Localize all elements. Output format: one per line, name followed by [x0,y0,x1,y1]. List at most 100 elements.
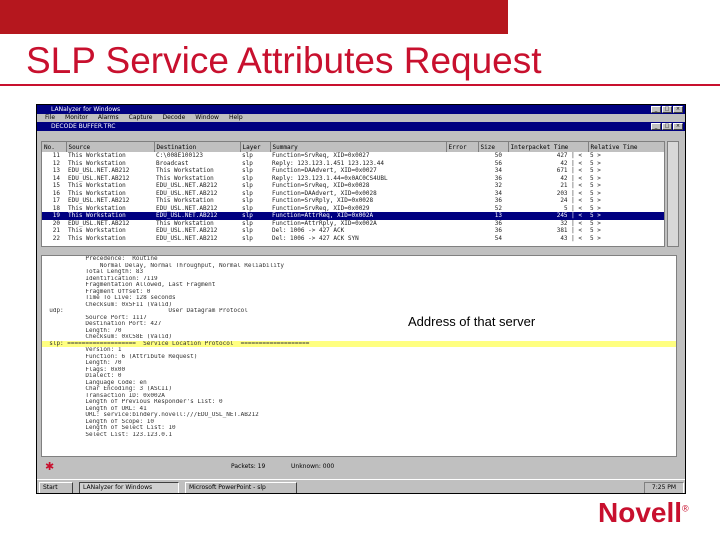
title-rule [0,84,720,86]
table-cell: EDU_USL.NET.AB212 [156,182,218,189]
table-cell: 12 [52,159,60,167]
table-cell: slp [242,159,253,167]
task-powerpoint[interactable]: Microsoft PowerPoint - slp [185,482,297,493]
header-band [0,0,508,34]
table-cell: 5 > [590,174,601,182]
table-row[interactable]: 19 This Workstation EDU_USL.NET.AB212 slp Fu… [42,212,664,220]
table-cell: 5 > [590,227,601,234]
table-cell: slp [242,182,253,189]
table-row[interactable]: 21 This Workstation EDU_USL.NET.AB212 slp De… [42,227,664,235]
table-cell: slp [242,234,253,242]
minimize-icon[interactable]: _ [651,106,661,113]
app-titlebar[interactable]: LANalyzer for Windows _ □ × [37,105,685,114]
menu-item[interactable]: Monitor [65,114,88,122]
table-cell: 43 | < [560,234,582,242]
table-row[interactable]: 18 This Workstation EDU_USL.NET.AB212 slp Fu… [42,204,664,213]
table-cell [446,205,478,213]
close-icon[interactable]: × [673,123,683,130]
table-cell: 21 | < [560,182,582,189]
table-cell: Function=AttrRply, XID=0x002A [272,219,377,227]
table-cell: 381 | < [556,227,582,234]
table-cell: 54 [494,234,502,242]
table-cell: 5 > [590,204,601,212]
table-cell: slp [240,212,270,220]
table-cell: slp [242,152,253,159]
table-cell: 36 [494,227,502,234]
table-row[interactable]: 15 This Workstation EDU_USL.NET.AB212 slp Fu… [42,182,664,190]
minimize-icon[interactable]: _ [651,123,661,130]
table-cell: 671 | < [556,167,582,174]
table-cell: Broadcast [156,159,189,167]
clock: 7:25 PM [644,482,684,493]
start-button[interactable]: Start [39,482,73,493]
menu-item[interactable]: Help [229,114,243,122]
column-header[interactable]: Interpacket Time [508,142,589,152]
table-cell [446,227,478,235]
table-cell: This Workstation [68,159,126,167]
detail-line: Select List: 123.123.0.1 [42,431,173,438]
lanalyzer-window[interactable]: LANalyzer for Windows _ □ × File Monitor A… [36,104,686,494]
table-cell [446,235,478,243]
table-cell: This Workstation [68,182,126,189]
table-cell [446,212,478,220]
table-cell: 16 [52,189,60,197]
table-row[interactable]: 11 This Workstation C:\008E100123 slp Functi… [42,152,664,160]
menu-item[interactable]: Capture [129,114,153,122]
table-row[interactable]: 20 EDU_USL.NET.AB212 This Workstation slp Fu… [42,219,664,228]
column-header[interactable]: Size [478,142,509,152]
column-header[interactable]: Relative Time [588,142,664,152]
column-header[interactable]: Source [66,142,155,152]
menu-item[interactable]: Alarms [98,114,119,122]
column-header[interactable]: No. [42,142,67,152]
table-cell [446,175,478,183]
summary-scrollbar[interactable] [667,141,679,247]
table-cell: 42 | < [560,159,582,167]
table-cell: EDU_USL.NET.AB212 [154,212,240,220]
column-header[interactable]: Summary [270,142,447,152]
table-cell: EDU_USL.NET.AB212 [68,167,130,174]
table-cell: 5 > [590,167,601,174]
table-cell: 24 | < [560,197,582,204]
table-cell: 5 > [590,152,601,159]
table-cell: slp [242,197,253,204]
table-cell: 50 [494,152,502,159]
table-cell: EDU_USL.NET.AB212 [156,227,218,234]
packet-summary-table[interactable]: No. Source Destination Layer Summary Error Siz… [41,141,665,247]
table-cell: Del: 1006 -> 427 ACK [272,227,345,234]
table-cell: This Workstation [156,174,214,182]
table-cell: This Workstation [68,234,126,242]
table-row[interactable]: 22 This Workstation EDU_USL.NET.AB212 slp De… [42,234,664,243]
table-cell: EDU_USL.NET.AB212 [68,219,130,227]
table-cell [446,220,478,228]
table-cell: 11 [52,152,60,159]
table-cell: Function=SrvReq, XID=0x0029 [272,204,370,212]
table-cell: 36 [494,174,502,182]
table-row[interactable]: 12 This Workstation Broadcast slp Reply: 123… [42,159,664,168]
table-cell [446,160,478,168]
table-cell: 18 [52,204,60,212]
table-cell: Function=SrvReq, XID=0x0027 [272,152,370,159]
table-cell: 5 > [590,189,601,197]
table-cell: 5 > [588,212,664,220]
table-row[interactable]: 16 This Workstation EDU_USL.NET.AB212 slp Fu… [42,189,664,198]
packet-detail-pane[interactable]: Precedence: Routine Normal Delay, Normal… [41,255,677,457]
decode-window-controls: _ □ × [651,123,683,130]
column-header[interactable]: Error [446,142,479,152]
menu-item[interactable]: Window [195,114,219,122]
table-cell: 56 [494,159,502,167]
table-row[interactable]: 14 EDU_USL.NET.AB212 This Workstation slp Re… [42,174,664,183]
app-title: LANalyzer for Windows [51,106,121,113]
table-cell: 42 | < [560,174,582,182]
menu-item[interactable]: Decode [163,114,186,122]
task-lanalyzer[interactable]: LANalyzer for Windows [79,482,179,493]
decode-window-titlebar[interactable]: DECODE BUFFER.TRC _ □ × [37,122,685,131]
table-cell: slp [242,204,253,212]
column-header[interactable]: Destination [154,142,241,152]
column-header[interactable]: Layer [240,142,271,152]
table-row[interactable]: 13 EDU_USL.NET.AB212 This Workstation slp Fu… [42,167,664,175]
close-icon[interactable]: × [673,106,683,113]
maximize-icon[interactable]: □ [662,106,672,113]
menu-item[interactable]: File [45,114,55,122]
table-row[interactable]: 17 EDU_USL.NET.AB212 This Workstation slp Fu… [42,197,664,205]
maximize-icon[interactable]: □ [662,123,672,130]
